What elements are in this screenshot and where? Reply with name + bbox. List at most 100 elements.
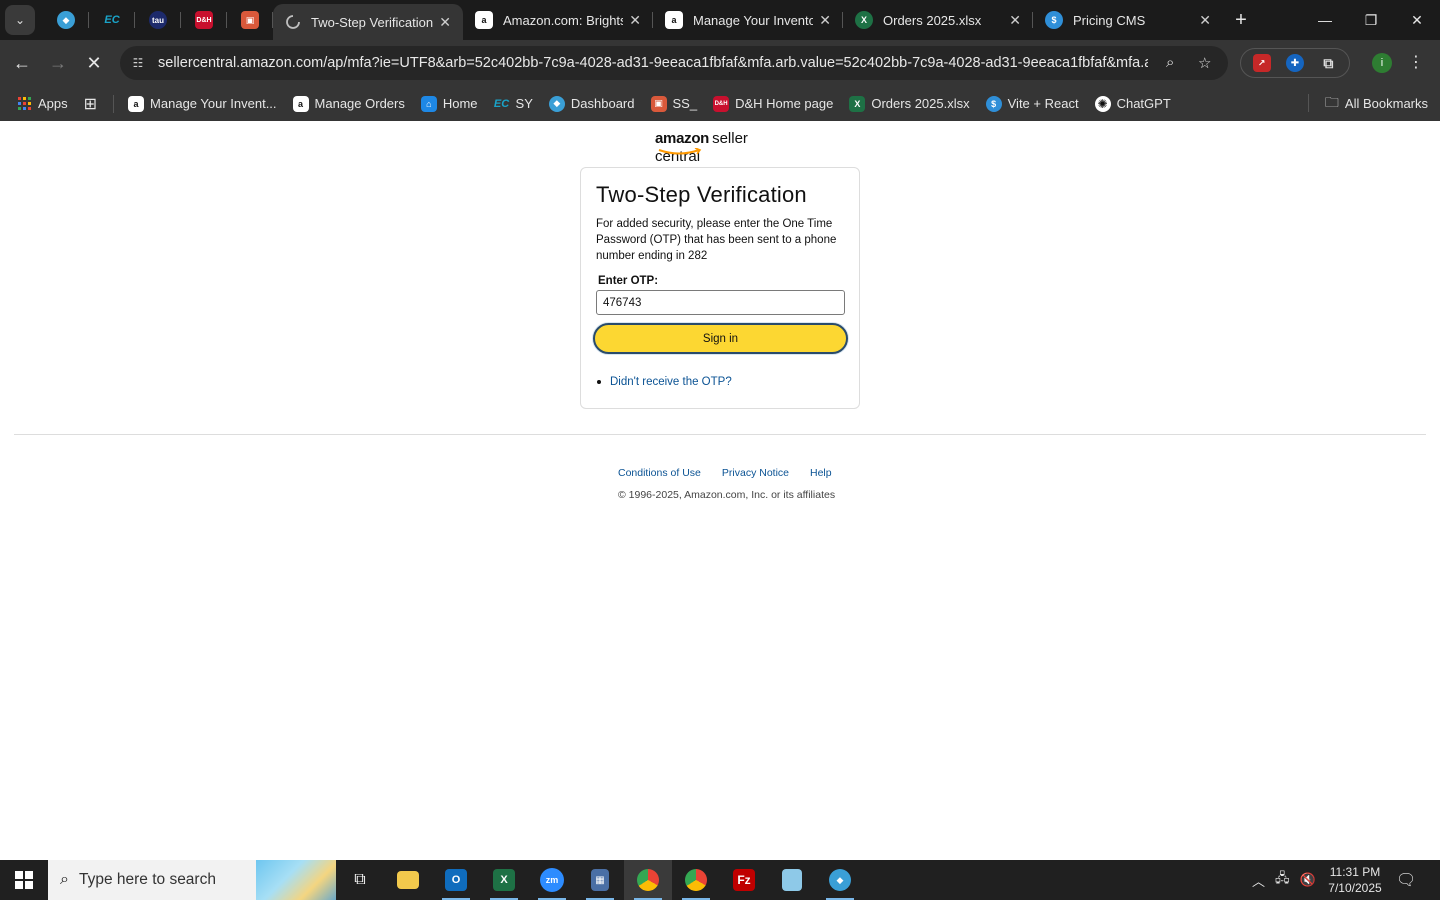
privacy-notice-link[interactable]: Privacy Notice	[722, 467, 789, 479]
minimize-icon[interactable]: —	[1302, 0, 1348, 40]
otp-input[interactable]	[596, 290, 845, 315]
close-icon[interactable]: ✕	[439, 14, 451, 31]
bookmark-label: D&H Home page	[735, 96, 834, 111]
copyright-text: © 1996-2025, Amazon.com, Inc. or its aff…	[618, 489, 836, 501]
file-explorer-icon	[397, 871, 419, 889]
page-title: Two-Step Verification	[596, 182, 807, 207]
amazon-seller-central-logo[interactable]: amazon seller central	[655, 130, 795, 165]
browser-toolbar: ← → ✕ ☷ sellercentral.amazon.com/ap/mfa?…	[0, 40, 1440, 86]
start-button[interactable]	[0, 860, 48, 900]
bookmark-tab-groups[interactable]: ⊞	[84, 94, 97, 114]
bookmark-label: Apps	[38, 96, 68, 111]
extensions-puzzle-icon[interactable]: ⧉	[1319, 54, 1337, 72]
profile-avatar[interactable]: i	[1372, 53, 1392, 73]
taskbar-search[interactable]: ⌕ Type here to search	[48, 860, 336, 900]
url-text[interactable]: sellercentral.amazon.com/ap/mfa?ie=UTF8&…	[158, 55, 1148, 71]
close-window-icon[interactable]: ✕	[1394, 0, 1440, 40]
ec-icon: EC	[493, 97, 510, 110]
puzzle-extension-icon[interactable]: ✚	[1285, 54, 1304, 72]
calculator-button[interactable]: ▦	[576, 860, 624, 900]
close-icon[interactable]: ✕	[1199, 12, 1211, 29]
windows-logo-icon	[15, 871, 33, 889]
didnt-receive-otp-link[interactable]: Didn't receive the OTP?	[610, 376, 732, 388]
bookmark-dashboard[interactable]: ◆ Dashboard	[548, 95, 635, 112]
bookmark-manage-orders[interactable]: a Manage Orders	[292, 95, 405, 112]
tab-search-button[interactable]: ⌄	[5, 5, 35, 35]
new-tab-button[interactable]: +	[1225, 4, 1257, 36]
file-explorer-button[interactable]	[384, 860, 432, 900]
sign-in-button[interactable]: Sign in	[593, 323, 848, 354]
zoom-icon[interactable]: ⌕	[1166, 54, 1174, 71]
tab-title: Manage Your Inventor	[693, 12, 814, 28]
bookmark-label: Vite + React	[1007, 96, 1079, 111]
tab-title: Pricing CMS	[1073, 12, 1146, 28]
star-icon[interactable]: ☆	[1198, 54, 1211, 72]
taskbar-apps: ⧉ O X zm ▦ Fz ◆	[336, 860, 864, 900]
bookmark-ss[interactable]: ▣ SS_	[650, 95, 698, 112]
pinned-tabs: ◆ EC tau D&H ▣	[43, 0, 273, 40]
excel-icon: X	[849, 95, 866, 112]
chatgpt-icon: ✺	[1094, 95, 1111, 112]
bookmark-home[interactable]: ⌂ Home	[420, 95, 478, 112]
footer-links: Conditions of Use Privacy Notice Help	[618, 467, 853, 479]
arrow-extension-icon[interactable]: ↗	[1252, 54, 1271, 72]
close-icon[interactable]: ✕	[1009, 12, 1021, 29]
close-icon[interactable]: ✕	[819, 12, 831, 29]
stop-loading-button[interactable]: ✕	[76, 45, 112, 81]
pinned-tab-dh[interactable]: D&H	[181, 0, 227, 40]
restore-icon[interactable]: ❐	[1348, 0, 1394, 40]
help-link[interactable]: Help	[810, 467, 832, 479]
vite-app-button[interactable]: ◆	[816, 860, 864, 900]
zoom-button[interactable]: zm	[528, 860, 576, 900]
tab-manage-inventory[interactable]: a Manage Your Inventor ✕	[653, 0, 843, 40]
conditions-of-use-link[interactable]: Conditions of Use	[618, 467, 701, 479]
home-doc-icon: ⌂	[420, 95, 437, 112]
dh-icon: D&H	[713, 95, 730, 112]
excel-icon: X	[855, 11, 873, 29]
tab-strip: ⌄ ◆ EC tau D&H ▣ Two-Step Verification ✕…	[0, 0, 1440, 40]
bookmark-sy[interactable]: EC SY	[494, 96, 533, 112]
notepad-button[interactable]	[768, 860, 816, 900]
network-icon[interactable]: 🖧	[1275, 869, 1290, 891]
tab-amazon-brightsi[interactable]: a Amazon.com: Brightsi ✕	[463, 0, 653, 40]
volume-muted-icon[interactable]: 🔇	[1300, 872, 1316, 888]
outlook-button[interactable]: O	[432, 860, 480, 900]
site-settings-icon[interactable]: ☷	[130, 55, 146, 71]
notification-center-icon[interactable]: 🗨	[1396, 870, 1416, 890]
bookmark-vite-react[interactable]: $ Vite + React	[985, 95, 1079, 112]
address-bar[interactable]: ☷ sellercentral.amazon.com/ap/mfa?ie=UTF…	[120, 46, 1228, 80]
tab-title: Two-Step Verification	[311, 14, 434, 30]
bookmark-orders-xlsx[interactable]: X Orders 2025.xlsx	[849, 95, 970, 112]
all-bookmarks-button[interactable]: 🗀 All Bookmarks	[1325, 86, 1428, 121]
plus-icon: +	[1235, 8, 1247, 31]
excel-button[interactable]: X	[480, 860, 528, 900]
filezilla-button[interactable]: Fz	[720, 860, 768, 900]
clock-time: 11:31 PM	[1329, 865, 1381, 879]
tab-orders-xlsx[interactable]: X Orders 2025.xlsx ✕	[843, 0, 1033, 40]
pinned-tab-ss[interactable]: ▣	[227, 0, 273, 40]
footer-divider	[14, 434, 1426, 435]
close-icon[interactable]: ✕	[629, 12, 641, 29]
tab-title: Amazon.com: Brightsi	[503, 12, 624, 28]
tab-groups-icon: ⊞	[83, 95, 98, 113]
system-clock[interactable]: 11:31 PM 7/10/2025	[1324, 864, 1386, 896]
bookmark-manage-inventory[interactable]: a Manage Your Invent...	[128, 95, 277, 112]
kebab-menu-icon[interactable]: ⋮	[1408, 52, 1424, 72]
task-view-button[interactable]: ⧉	[336, 860, 384, 900]
bookmark-label: SS_	[672, 96, 698, 111]
bookmark-apps[interactable]: Apps	[18, 96, 68, 111]
bookmark-chatgpt[interactable]: ✺ ChatGPT	[1094, 95, 1171, 112]
back-button[interactable]: ←	[4, 45, 40, 81]
chrome-button[interactable]	[624, 860, 672, 900]
forward-button[interactable]: →	[40, 45, 76, 81]
bookmark-dh-home[interactable]: D&H D&H Home page	[713, 95, 834, 112]
pinned-tab-tau[interactable]: tau	[135, 0, 181, 40]
tab-pricing-cms[interactable]: $ Pricing CMS ✕	[1033, 0, 1223, 40]
excel-icon: X	[493, 869, 515, 891]
chevron-up-icon[interactable]: ︿	[1252, 871, 1265, 890]
vite-diamond-icon: ◆	[548, 95, 565, 112]
pinned-tab-vite[interactable]: ◆	[43, 0, 89, 40]
pinned-tab-ec[interactable]: EC	[89, 0, 135, 40]
tab-two-step-verification[interactable]: Two-Step Verification ✕	[273, 4, 463, 40]
chrome-profile-button[interactable]	[672, 860, 720, 900]
